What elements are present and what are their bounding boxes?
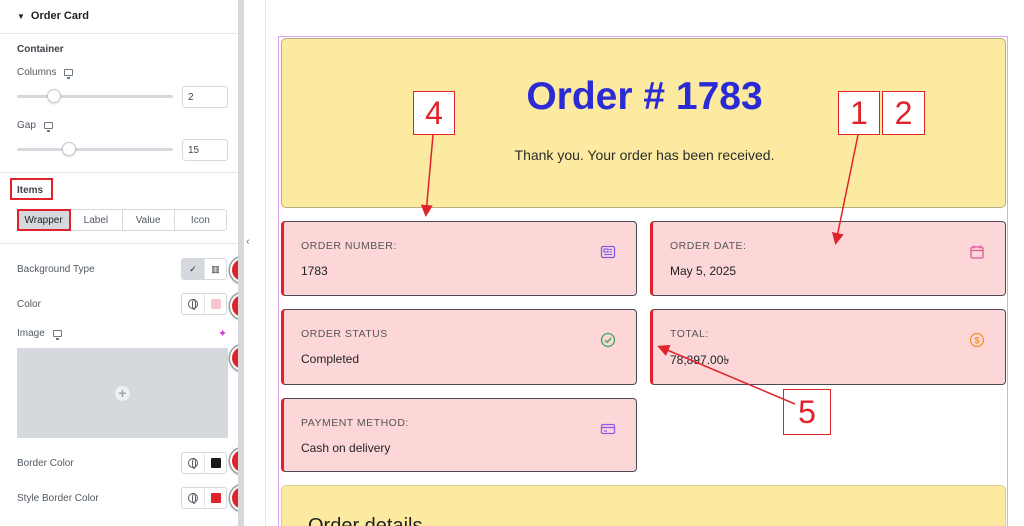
receipt-icon — [600, 245, 616, 259]
color-picker[interactable] — [204, 453, 226, 473]
border-color-label: Border Color — [17, 457, 74, 469]
divider — [0, 33, 238, 34]
color-picker[interactable] — [204, 294, 226, 314]
card-value: 78,897.00৳ — [670, 353, 730, 367]
settings-panel: ▼ Order Card Container Columns 2 Gap 15 … — [0, 0, 238, 526]
callout-2: 2 — [882, 91, 925, 135]
background-type-label: Background Type — [17, 263, 95, 275]
card-label: PAYMENT METHOD: — [301, 417, 409, 429]
card-label: ORDER DATE: — [670, 240, 747, 252]
items-label: Items — [17, 185, 44, 196]
dollar-circle-icon: $ — [969, 332, 985, 348]
desktop-icon[interactable] — [52, 330, 62, 340]
tab-value[interactable]: Value — [123, 210, 175, 230]
global-colors-button[interactable] — [182, 453, 204, 473]
gap-input[interactable]: 15 — [182, 139, 228, 161]
check-circle-icon — [600, 332, 616, 348]
order-details-section: Order details — [281, 485, 1006, 526]
card-value: 1783 — [301, 264, 328, 278]
card-label: ORDER STATUS — [301, 328, 388, 340]
section-header-order-card[interactable]: ▼ Order Card — [17, 10, 89, 22]
tab-label[interactable]: Label — [70, 210, 123, 230]
card-order-status: ORDER STATUS Completed — [281, 309, 637, 385]
globe-icon — [188, 493, 198, 504]
card-order-date: ORDER DATE: May 5, 2025 — [650, 221, 1006, 296]
columns-slider-handle[interactable] — [47, 89, 62, 103]
divider — [0, 172, 238, 173]
callout-5: 5 — [783, 389, 831, 435]
order-details-title: Order details — [308, 515, 423, 526]
gap-label: Gap — [17, 120, 53, 132]
columns-slider[interactable] — [17, 89, 173, 103]
card-payment-method: PAYMENT METHOD: Cash on delivery — [281, 398, 637, 472]
card-total: TOTAL: 78,897.00৳ $ — [650, 309, 1006, 385]
gradient-icon[interactable]: ▥ — [204, 259, 226, 279]
card-label: TOTAL: — [670, 328, 709, 340]
classic-brush-icon[interactable]: ✓ — [182, 259, 204, 279]
color-label: Color — [17, 298, 41, 310]
divider — [0, 243, 238, 244]
style-border-color-label: Style Border Color — [17, 492, 99, 504]
desktop-icon[interactable] — [64, 69, 74, 79]
image-label: Image — [17, 328, 45, 339]
style-tabs: Wrapper Label Value Icon — [16, 209, 227, 231]
section-title: Order Card — [30, 10, 89, 22]
tab-icon[interactable]: Icon — [175, 210, 226, 230]
card-value: Completed — [301, 352, 360, 366]
image-label-row: Image — [17, 328, 62, 340]
style-border-color-control — [181, 487, 227, 509]
global-colors-button[interactable] — [182, 294, 204, 314]
container-label: Container — [17, 44, 64, 55]
ai-sparkle-icon[interactable]: ✦ — [218, 327, 227, 340]
callout-1: 1 — [838, 91, 880, 135]
globe-icon — [188, 299, 198, 310]
order-subtitle: Thank you. Your order has been received. — [514, 147, 775, 163]
panel-gutter — [244, 0, 266, 526]
columns-label: Columns — [17, 67, 74, 79]
svg-text:$: $ — [974, 335, 979, 345]
gap-slider-handle[interactable] — [61, 142, 76, 156]
desktop-icon[interactable] — [43, 122, 53, 132]
style-border-color-swatch — [210, 493, 221, 503]
card-value: May 5, 2025 — [670, 264, 737, 278]
calendar-icon — [970, 245, 984, 259]
image-picker[interactable]: + — [17, 348, 228, 438]
caret-down-icon: ▼ — [17, 11, 25, 21]
background-type-row: Background Type ✓ ▥ — [17, 258, 227, 280]
globe-icon — [188, 458, 198, 469]
color-picker[interactable] — [204, 488, 226, 508]
card-label: ORDER NUMBER: — [301, 240, 397, 252]
background-type-toggle: ✓ ▥ — [181, 258, 227, 280]
add-image-icon[interactable]: + — [115, 385, 130, 401]
style-border-color-row: Style Border Color — [17, 487, 227, 509]
credit-card-icon — [600, 423, 616, 435]
color-control — [181, 293, 227, 315]
color-swatch — [210, 299, 221, 309]
collapse-panel-icon[interactable]: ‹ — [246, 236, 250, 248]
border-color-swatch — [210, 458, 221, 468]
columns-input[interactable]: 2 — [182, 86, 228, 108]
card-value: Cash on delivery — [301, 441, 391, 455]
card-order-number: ORDER NUMBER: 1783 — [281, 221, 637, 296]
border-color-control — [181, 452, 227, 474]
tab-wrapper[interactable]: Wrapper — [16, 209, 72, 231]
color-row: Color — [17, 293, 227, 315]
gap-slider[interactable] — [17, 142, 173, 156]
global-colors-button[interactable] — [182, 488, 204, 508]
border-color-row: Border Color — [17, 452, 227, 474]
callout-4: 4 — [413, 91, 455, 135]
